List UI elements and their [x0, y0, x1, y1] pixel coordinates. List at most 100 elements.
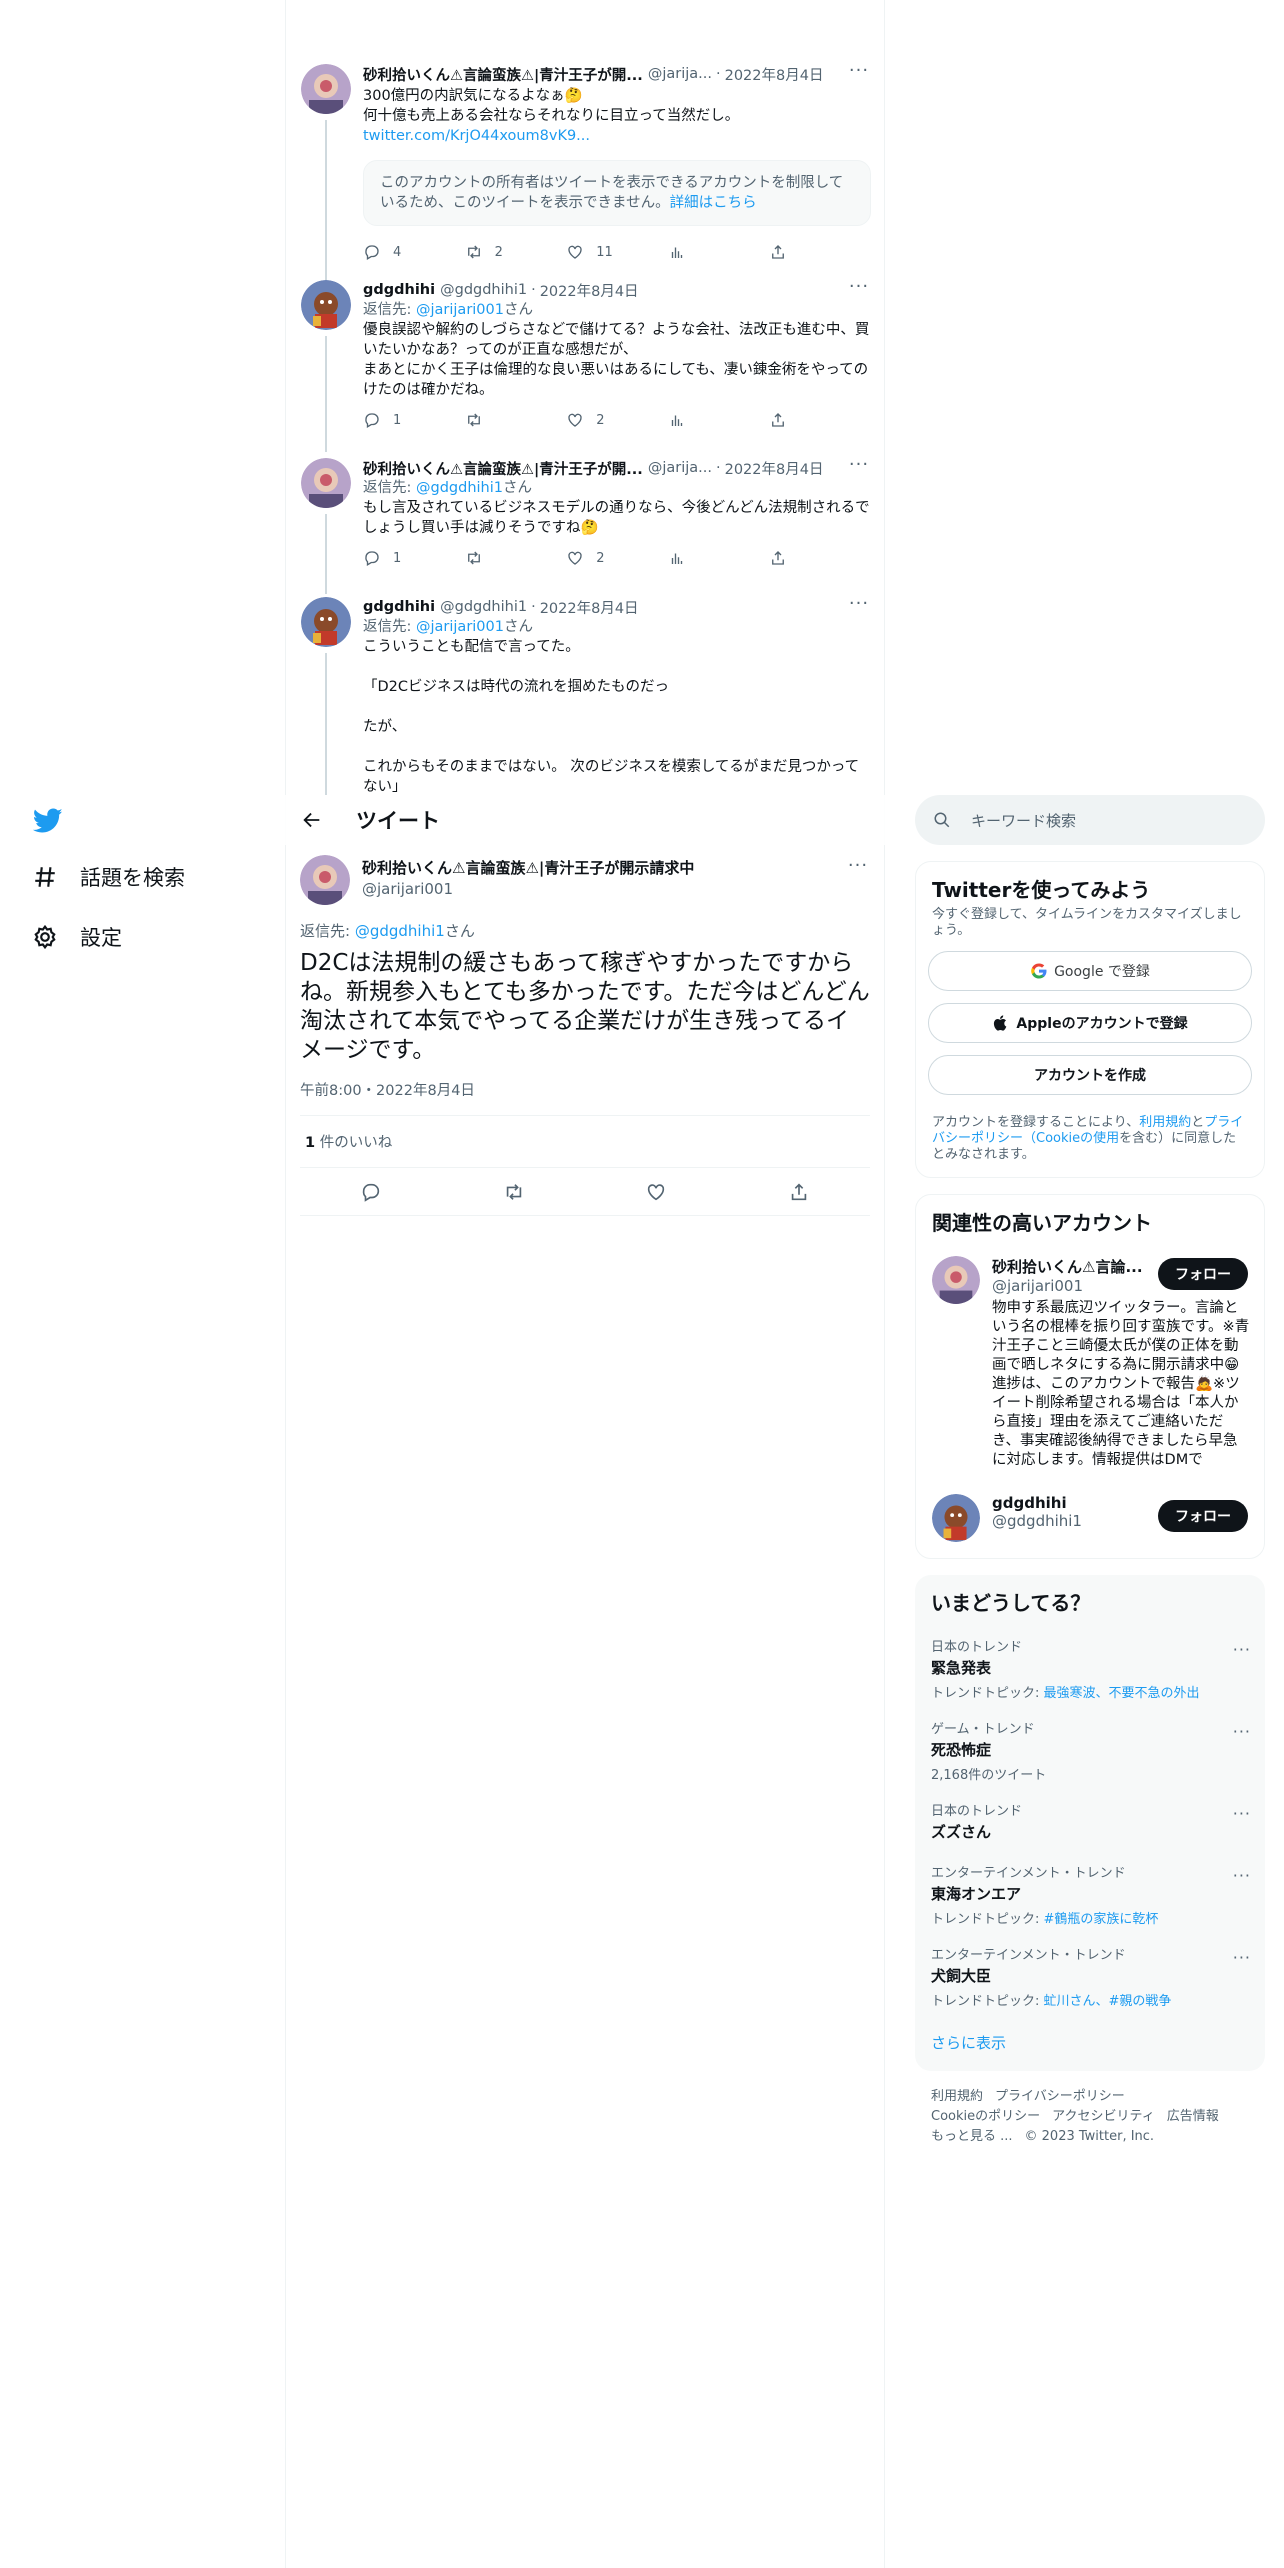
footer-cookies-link[interactable]: Cookieのポリシー [931, 2109, 1040, 2124]
more-options-icon[interactable]: ··· [1233, 1866, 1251, 1885]
more-options-icon[interactable]: ··· [846, 857, 870, 879]
separator-dot: · [715, 66, 721, 82]
back-arrow-icon[interactable] [300, 808, 324, 832]
thread-tweet[interactable]: gdgdhihi @gdgdhihi1 · 2022年8月4日 返信先: @ja… [301, 597, 871, 795]
author-handle[interactable]: @jarija... [648, 460, 712, 476]
more-options-icon[interactable]: ··· [1233, 1640, 1251, 1659]
reply-to-handle[interactable]: @gdgdhihi1 [416, 480, 503, 496]
reply-to-handle[interactable]: @gdgdhihi1 [355, 922, 445, 940]
avatar[interactable] [932, 1256, 980, 1304]
likes-summary[interactable]: 1 件のいいね [300, 1116, 870, 1168]
analytics-icon [671, 553, 682, 564]
retweet-button[interactable]: 2 [465, 243, 567, 261]
account-name[interactable]: gdgdhihi [992, 1494, 1147, 1512]
google-signup-button[interactable]: Google で登録 [928, 951, 1252, 991]
views-button[interactable] [668, 549, 770, 567]
like-button[interactable]: 11 [566, 243, 668, 261]
account-name[interactable]: 砂利拾いくん⚠言論... [992, 1256, 1147, 1277]
like-button[interactable]: 2 [566, 411, 668, 429]
tweet-date[interactable]: 2022年8月4日 [725, 64, 824, 85]
more-options-icon[interactable]: ··· [1233, 1804, 1251, 1823]
tweet-link[interactable]: twitter.com/KrjO44xoum8vK9... [363, 126, 871, 146]
author-name[interactable]: 砂利拾いくん⚠言論蛮族⚠|青汁王子が開... [363, 458, 643, 479]
reply-to-suffix: さん [502, 480, 532, 496]
retweet-button[interactable] [465, 549, 567, 567]
search-bar[interactable]: キーワード検索 [915, 795, 1265, 845]
reply-to-handle[interactable]: @jarijari001 [416, 302, 504, 318]
footer-more-link[interactable]: もっと見る ... [931, 2129, 1013, 2144]
terms-link[interactable]: 利用規約 [1139, 1115, 1191, 1130]
author-handle[interactable]: @jarijari001 [362, 880, 694, 898]
like-button[interactable]: 2 [566, 549, 668, 567]
author-handle[interactable]: @gdgdhihi1 [440, 599, 527, 615]
share-button[interactable] [769, 549, 871, 567]
like-count: 11 [596, 244, 613, 260]
footer-ads-link[interactable]: 広告情報 [1167, 2109, 1219, 2124]
create-account-button[interactable]: アカウントを作成 [928, 1055, 1252, 1095]
trend-item[interactable]: エンターテインメント・トレンド 東海オンエア トレンドトピック: #鶴瓶の家族に… [915, 1854, 1265, 1936]
author-name[interactable]: 砂利拾いくん⚠言論蛮族⚠|青汁王子が開... [363, 64, 643, 85]
reply-button[interactable] [360, 1181, 382, 1203]
avatar[interactable] [301, 458, 351, 508]
tweet-text-line: 何十億も売上ある会社ならそれなりに目立って当然だし。 [363, 108, 740, 124]
more-options-icon[interactable]: ··· [847, 62, 871, 84]
share-button[interactable] [788, 1181, 810, 1203]
account-item[interactable]: 砂利拾いくん⚠言論... @jarijari001 物申す系最底辺ツイッタラー。… [916, 1244, 1264, 1482]
tweet-timestamp[interactable]: 午前8:00・2022年8月4日 [300, 1079, 870, 1116]
trend-topic-link[interactable]: 虻川さん、#親の戦争 [1044, 1994, 1172, 2009]
nav-settings[interactable]: 設定 [30, 922, 122, 952]
share-button[interactable] [769, 411, 871, 429]
avatar[interactable] [301, 64, 351, 114]
trend-item[interactable]: 日本のトレンド ズズさん ··· [915, 1792, 1265, 1854]
author-name[interactable]: 砂利拾いくん⚠言論蛮族⚠|青汁王子が開示請求中 [362, 857, 694, 878]
footer-privacy-link[interactable]: プライバシーポリシー [995, 2089, 1125, 2104]
avatar[interactable] [301, 280, 351, 330]
reply-button[interactable]: 1 [363, 549, 465, 567]
apple-signup-button[interactable]: Appleのアカウントで登録 [928, 1003, 1252, 1043]
follow-button[interactable]: フォロー [1158, 1500, 1248, 1532]
share-button[interactable] [769, 243, 871, 261]
more-options-icon[interactable]: ··· [847, 597, 871, 617]
avatar[interactable] [300, 855, 350, 905]
reply-button[interactable]: 4 [363, 243, 465, 261]
reply-to-handle[interactable]: @jarijari001 [416, 619, 504, 635]
avatar[interactable] [301, 597, 351, 647]
reply-to-line: 返信先: @jarijari001さん [363, 300, 871, 320]
retweet-button[interactable] [503, 1181, 525, 1203]
footer-accessibility-link[interactable]: アクセシビリティ [1052, 2109, 1155, 2124]
footer-terms-link[interactable]: 利用規約 [931, 2089, 983, 2104]
more-options-icon[interactable]: ··· [847, 278, 871, 300]
account-item[interactable]: gdgdhihi @gdgdhihi1 フォロー [916, 1482, 1264, 1558]
author-handle[interactable]: @gdgdhihi1 [440, 282, 527, 298]
nav-explore[interactable]: 話題を検索 [30, 862, 185, 892]
trend-topic-link[interactable]: #鶴瓶の家族に乾杯 [1044, 1912, 1159, 1927]
show-more-link[interactable]: さらに表示 [915, 2018, 1265, 2071]
signup-title: Twitterを使ってみよう [932, 878, 1151, 902]
more-options-icon[interactable]: ··· [1233, 1948, 1251, 1967]
more-options-icon[interactable]: ··· [1233, 1722, 1251, 1741]
trend-topic-link[interactable]: 最強寒波、不要不急の外出 [1044, 1686, 1200, 1701]
search-input[interactable]: キーワード検索 [971, 810, 1076, 831]
more-options-icon[interactable]: ··· [847, 456, 871, 478]
views-button[interactable] [668, 411, 770, 429]
trend-item[interactable]: 日本のトレンド 緊急発表 トレンドトピック: 最強寒波、不要不急の外出 ··· [915, 1628, 1265, 1710]
trend-item[interactable]: ゲーム・トレンド 死恐怖症 2,168件のツイート ··· [915, 1710, 1265, 1792]
follow-button[interactable]: フォロー [1158, 1258, 1248, 1290]
like-button[interactable] [645, 1181, 667, 1203]
author-name[interactable]: gdgdhihi [363, 599, 435, 615]
trend-meta-text: 2,168件のツイート [931, 1768, 1047, 1783]
reply-button[interactable]: 1 [363, 411, 465, 429]
retweet-button[interactable] [465, 411, 567, 429]
tweet-date[interactable]: 2022年8月4日 [540, 280, 639, 301]
twitter-bird-icon[interactable] [28, 800, 68, 840]
learn-more-link[interactable]: 詳細はこちら [670, 195, 757, 211]
trend-name: ズズさん [931, 1823, 992, 1841]
tweet-date[interactable]: 2022年8月4日 [725, 458, 824, 479]
views-button[interactable] [668, 243, 770, 261]
account-bio: 物申す系最底辺ツイッタラー。言論という名の棍棒を振り回す蛮族です。※青汁王子こと… [992, 1300, 1250, 1468]
trend-item[interactable]: エンターテインメント・トレンド 犬飼大臣 トレンドトピック: 虻川さん、#親の戦… [915, 1936, 1265, 2018]
author-name[interactable]: gdgdhihi [363, 282, 435, 298]
author-handle[interactable]: @jarija... [648, 66, 712, 82]
tweet-date[interactable]: 2022年8月4日 [540, 597, 639, 618]
avatar[interactable] [932, 1494, 980, 1542]
